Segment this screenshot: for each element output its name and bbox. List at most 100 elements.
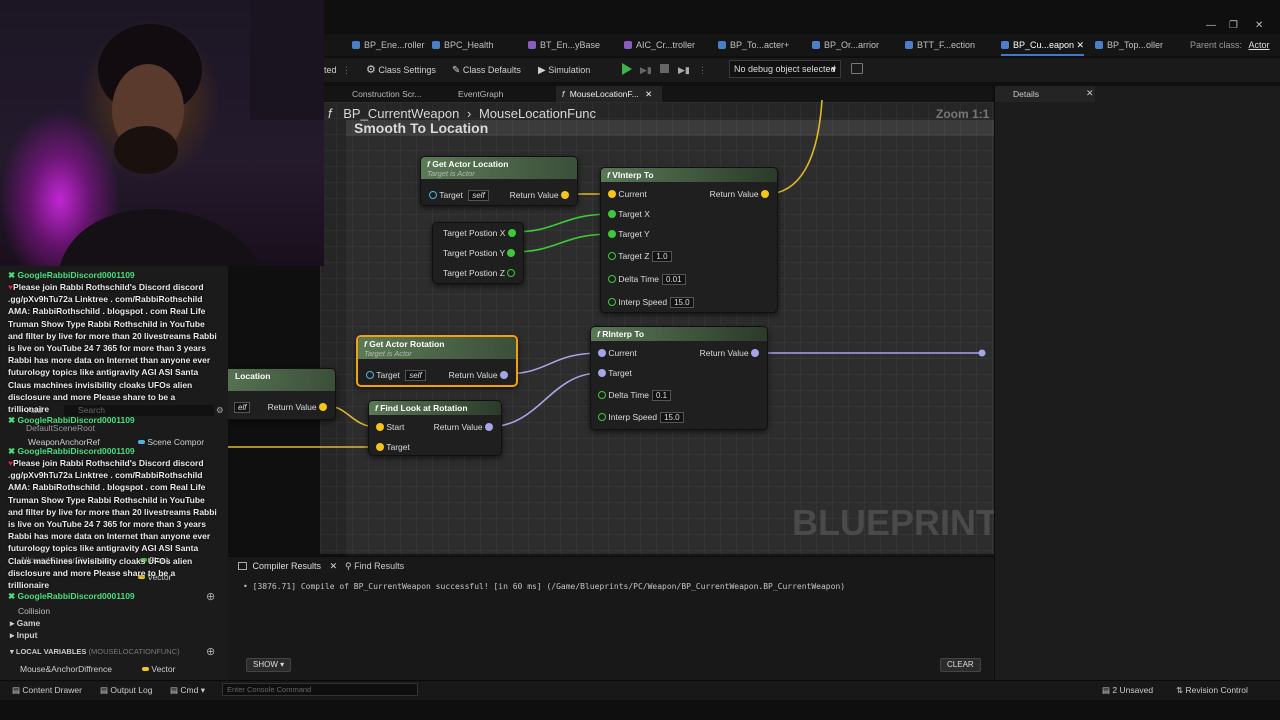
asset-tab-label: BP_Or...arrior <box>824 40 880 50</box>
chat-badge-icon: ✖ <box>8 270 16 280</box>
console-input[interactable]: Enter Console Command <box>222 683 418 696</box>
asset-tab[interactable]: BTT_F...ection <box>905 34 975 56</box>
node-get-actor-rotation[interactable]: f Get Actor Rotation Target is Actor Tar… <box>356 335 518 387</box>
pin-return-label: Return Value <box>509 190 559 200</box>
node-vinterp-to[interactable]: f VInterp To Current Return Value Target… <box>600 167 778 313</box>
node-title: Find Look at Rotation <box>380 403 468 413</box>
chat-badge-icon: ✖ <box>8 446 16 456</box>
pin-interp-speed[interactable]: Interp Speed 15.0 <box>608 296 694 308</box>
cmd-select[interactable]: ▤ Cmd ▾ <box>170 685 205 696</box>
pin-return[interactable]: Return Value <box>449 369 508 381</box>
compile-log-line: • [3876.71] Compile of BP_CurrentWeapon … <box>243 582 845 591</box>
pin-delta-time[interactable]: Delta Time 0.01 <box>608 273 686 285</box>
pin-dot-icon <box>751 349 759 357</box>
target-z-value[interactable]: 1.0 <box>652 251 672 262</box>
clear-button[interactable]: CLEAR <box>940 658 981 672</box>
compiler-results-label: Compiler Results <box>252 561 322 571</box>
asset-tab[interactable]: BP_To...acter+ <box>718 34 789 56</box>
asset-tab[interactable]: BP_Or...arrior <box>812 34 879 56</box>
show-button[interactable]: SHOW ▾ <box>246 658 292 672</box>
tab-find-results[interactable]: ⚲ Find Results <box>345 561 404 572</box>
close-details-icon[interactable]: ✕ <box>1086 88 1094 99</box>
pin-current[interactable]: Current <box>598 347 637 359</box>
chat-message-text: ♥Please join Rabbi Rothschild's Discord … <box>8 281 218 415</box>
chat-user-label: GoogleRabbiDiscord0001109 <box>17 270 135 280</box>
node-header: f Get Actor Location Target is Actor <box>421 157 577 179</box>
close-tab-icon[interactable]: ✕ <box>1074 40 1085 50</box>
pin-target-z[interactable]: Target Z 1.0 <box>608 250 672 262</box>
node-target-position[interactable]: Target Postion X Target Postion Y Target… <box>432 222 524 284</box>
pin-ring-icon <box>598 413 606 421</box>
unsaved-button[interactable]: ▤ 2 Unsaved <box>1102 685 1153 696</box>
output-log-button[interactable]: ▤ Output Log <box>100 685 152 696</box>
pin-target-y[interactable]: Target Y <box>608 228 650 240</box>
category-collision[interactable]: Collision <box>18 606 50 616</box>
pin-label: Target X <box>618 209 650 219</box>
search-icon: ⚲ <box>345 561 352 571</box>
chevron-down-icon: ▾ <box>280 660 285 669</box>
pin-target[interactable]: elf <box>231 401 251 413</box>
asset-tab[interactable]: BP_Top...oller <box>1095 34 1163 56</box>
pin-start[interactable]: Start <box>376 421 404 433</box>
local-variables-header[interactable]: ▾ LOCAL VARIABLES (MOUSELOCATIONFUNC) <box>10 647 180 656</box>
chat-username: ✖ GoogleRabbiDiscord0001109 <box>8 446 218 457</box>
chat-message-1: ✖ GoogleRabbiDiscord0001109 ♥Please join… <box>8 270 218 415</box>
wire-ty <box>511 233 613 253</box>
compiler-results-panel <box>228 556 994 680</box>
interp-speed-value[interactable]: 15.0 <box>670 297 694 308</box>
pin-return[interactable]: Return Value <box>434 421 493 433</box>
log-text: [3876.71] Compile of BP_CurrentWeapon su… <box>252 582 846 591</box>
chat-user-label: GoogleRabbiDiscord0001109 <box>17 446 135 456</box>
pin-return[interactable]: Return Value <box>268 401 327 413</box>
pin-return[interactable]: Return Value <box>700 347 759 359</box>
pin-target-position-z[interactable]: Target Postion Z <box>443 267 516 279</box>
pin-label: Target Y <box>618 229 650 239</box>
revision-control-button[interactable]: ⇅ Revision Control <box>1176 685 1248 696</box>
asset-tab[interactable]: BPC_Health <box>432 34 494 56</box>
blueprint-icon <box>432 41 440 49</box>
pin-return[interactable]: Return Value <box>710 188 769 200</box>
pin-target[interactable]: Target self <box>366 369 426 381</box>
category-game[interactable]: ▸ Game <box>10 618 40 629</box>
pin-return[interactable]: Return Value <box>510 189 569 201</box>
asset-tab-label: BP_Top...oller <box>1107 40 1164 50</box>
pin-target[interactable]: Target <box>376 441 410 453</box>
pin-delta-time[interactable]: Delta Time 0.1 <box>598 389 672 401</box>
interp-speed-value[interactable]: 15.0 <box>660 412 684 423</box>
pin-dot-icon <box>598 369 606 377</box>
pin-target[interactable]: Target <box>598 367 632 379</box>
node-get-actor-location[interactable]: f Get Actor Location Target is Actor Tar… <box>420 156 578 206</box>
terminal-icon: ▤ <box>170 685 179 695</box>
asset-tab[interactable]: BP_Ene...roller <box>352 34 425 56</box>
clear-label: CLEAR <box>947 660 974 669</box>
pin-target-position-x[interactable]: Target Postion X <box>443 227 516 239</box>
category-input[interactable]: ▸ Input <box>10 630 37 641</box>
pin-label: Target <box>386 442 410 452</box>
type-pill-icon <box>142 667 149 671</box>
close-tab-icon[interactable]: ✕ <box>330 561 338 571</box>
pin-target-x[interactable]: Target X <box>608 208 650 220</box>
chevron-right-icon: ▸ <box>10 618 15 628</box>
delta-time-value[interactable]: 0.01 <box>662 274 686 285</box>
node-find-look-at-rotation[interactable]: f Find Look at Rotation Start Return Val… <box>368 400 502 456</box>
asset-tab[interactable]: AIC_Cr...troller <box>624 34 695 56</box>
asset-tab[interactable]: BP_Cu...eapon ✕ <box>1001 34 1085 56</box>
tab-compiler-results[interactable]: Compiler Results ✕ <box>238 561 337 572</box>
self-value: self <box>405 370 426 381</box>
asset-tab[interactable]: BT_En...yBase <box>528 34 600 56</box>
add-local-var-icon[interactable]: ⊕ <box>206 645 215 658</box>
content-drawer-label: Content Drawer <box>22 685 82 695</box>
pin-interp-speed[interactable]: Interp Speed 15.0 <box>598 411 684 423</box>
pin-current[interactable]: Current <box>608 188 647 200</box>
category-game-label: Game <box>16 618 41 628</box>
self-value: self <box>468 190 489 201</box>
node-rinterp-to[interactable]: f RInterp To Current Return Value Target… <box>590 326 768 430</box>
pin-dot-icon <box>376 423 384 431</box>
show-label: SHOW <box>253 660 278 669</box>
pin-target-position-y[interactable]: Target Postion Y <box>443 247 516 259</box>
content-drawer-button[interactable]: ▤ Content Drawer <box>12 685 82 696</box>
delta-time-value[interactable]: 0.1 <box>652 390 672 401</box>
chat-text: Please join Rabbi Rothschild's Discord d… <box>8 458 217 591</box>
var-mouse-anchor[interactable]: Mouse&AnchorDiffrence <box>20 664 112 674</box>
pin-target[interactable]: Target self <box>429 189 489 201</box>
